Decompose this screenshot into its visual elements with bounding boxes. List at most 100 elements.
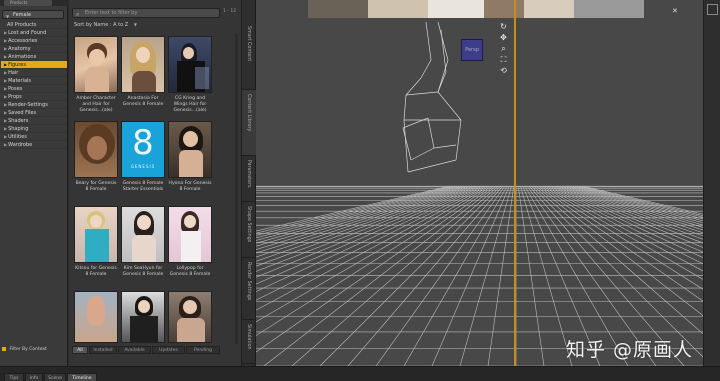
product-tile[interactable]: CG Krieg and Wings Hair for Genesis...(a…	[168, 36, 212, 114]
product-tile[interactable]: Kitsou for Genesis 8 Female	[74, 206, 118, 278]
expand-arrow-icon[interactable]: ▶	[4, 118, 7, 123]
expand-arrow-icon[interactable]: ▶	[4, 126, 7, 131]
tab-all[interactable]: All	[72, 346, 88, 354]
checkbox-checked-icon	[2, 346, 6, 351]
grid-line	[256, 185, 495, 353]
tab-available[interactable]: Available	[118, 346, 151, 354]
category-label: Figures	[8, 62, 26, 68]
category-item[interactable]: ▶Figures	[1, 61, 67, 69]
search-input[interactable]: ⌕ Enter text to filter by	[72, 8, 220, 18]
expand-arrow-icon[interactable]: ▶	[4, 78, 7, 83]
product-thumbnail	[121, 36, 165, 93]
side-tab-smart-content[interactable]: Smart Content	[242, 22, 256, 90]
category-item[interactable]: ▶Shaders	[1, 117, 67, 125]
product-tile[interactable]	[168, 291, 212, 346]
tab-timeline[interactable]: Timeline	[67, 373, 97, 381]
expand-arrow-icon[interactable]: ▶	[4, 86, 7, 91]
expand-arrow-icon[interactable]: ▶	[4, 54, 7, 59]
expand-arrow-icon[interactable]: ▶	[4, 142, 7, 147]
expand-arrow-icon[interactable]: ▶	[4, 70, 7, 75]
product-tile[interactable]: Amber Character and Hair for Genesis...(…	[74, 36, 118, 114]
product-tile[interactable]: Anastasia For Genesis 8 Female	[121, 36, 165, 108]
side-tab-content-library[interactable]: Content Library	[242, 90, 256, 156]
chevron-down-icon: ▼	[6, 14, 10, 19]
genesis-logo-text: GENESIS	[130, 164, 156, 169]
frame-icon[interactable]: ⛶	[499, 55, 508, 64]
grid-line	[256, 185, 492, 336]
category-label: Props	[8, 94, 22, 100]
expand-arrow-icon[interactable]: ▶	[4, 62, 7, 67]
product-caption: Hyona For Genesis 8 Female	[168, 181, 212, 192]
side-tab-render-settings[interactable]: Render Settings	[242, 258, 256, 320]
product-tile[interactable]: 8 GENESIS Genesis 8 Female Starter Essen…	[121, 121, 165, 193]
viewport-split-divider[interactable]	[514, 0, 516, 366]
tab-scene[interactable]: Scene	[44, 373, 66, 381]
rotate-icon[interactable]: ↻	[499, 22, 508, 31]
watermark: 知乎 @原画人	[566, 339, 694, 361]
category-item[interactable]: ▶Animations	[1, 53, 67, 61]
grid-scrollbar[interactable]	[235, 34, 238, 344]
wireframe-edge	[405, 91, 439, 96]
category-label: Anatomy	[8, 46, 31, 52]
category-item[interactable]: ▶Saved Files	[1, 109, 67, 117]
tab-updates[interactable]: Updates	[152, 346, 185, 354]
sort-dropdown[interactable]: Sort by Name : A to Z ▼	[72, 21, 192, 29]
tab-tips[interactable]: Tips	[4, 373, 24, 381]
side-tab-shape-settings[interactable]: Shape Settings	[242, 202, 256, 258]
product-caption: Kim SeaHyun for Genesis 8 Female	[122, 266, 164, 277]
genesis-8-logo: 8	[132, 123, 154, 163]
product-tile[interactable]: Hyona For Genesis 8 Female	[168, 121, 212, 193]
category-item[interactable]: ▶Lost and Found	[1, 29, 67, 37]
expand-arrow-icon[interactable]: ▶	[4, 110, 7, 115]
category-item[interactable]: ▶Render-Settings	[1, 101, 67, 109]
expand-arrow-icon[interactable]: ▶	[4, 134, 7, 139]
product-tile[interactable]: Kim SeaHyun for Genesis 8 Female	[121, 206, 165, 278]
category-label: Poses	[8, 86, 23, 92]
category-item[interactable]: ▶Poses	[1, 85, 67, 93]
3d-viewport[interactable]: ✕ ↻ ✥ ⌕ ⛶ ⟲ Persp	[256, 0, 703, 366]
category-filter-value: Female	[13, 12, 32, 18]
zoom-icon[interactable]: ⌕	[499, 44, 508, 53]
category-item[interactable]: ▶Anatomy	[1, 45, 67, 53]
products-tab[interactable]: Products	[4, 0, 52, 6]
tab-installed[interactable]: Installed	[89, 346, 117, 354]
pan-icon[interactable]: ✥	[499, 33, 508, 42]
category-item[interactable]: ▶Wardrobe	[1, 141, 67, 149]
expand-arrow-icon[interactable]: ▶	[4, 94, 7, 99]
projection-cube[interactable]: Persp	[461, 39, 483, 61]
side-tab-simulation[interactable]: Simulation	[242, 320, 256, 364]
category-item[interactable]: ▶Materials	[1, 77, 67, 85]
panel-tab-bar: Products	[0, 0, 68, 6]
product-tile[interactable]: Beary for Genesis 8 Female	[74, 121, 118, 193]
product-tile[interactable]	[121, 291, 165, 346]
category-filter-dropdown[interactable]: ▼ Female	[2, 10, 64, 19]
expand-arrow-icon[interactable]: ▶	[4, 46, 7, 51]
filter-by-context-checkbox[interactable]: Filter By Context	[2, 346, 66, 353]
category-item[interactable]: ▶Hair	[1, 69, 67, 77]
category-label: All Products	[7, 22, 37, 28]
tab-info[interactable]: Info	[25, 373, 43, 381]
product-tile[interactable]	[74, 291, 118, 346]
search-icon: ⌕	[76, 11, 80, 18]
expand-arrow-icon[interactable]: ▶	[4, 38, 7, 43]
product-thumbnail	[168, 121, 212, 178]
category-item[interactable]: ▶Accessories	[1, 37, 67, 45]
tab-pending[interactable]: Pending	[186, 346, 220, 354]
side-tab-parameters[interactable]: Parameters	[242, 156, 256, 202]
category-item[interactable]: ▶Utilities	[1, 133, 67, 141]
category-panel: Products ▼ Female All Products ▶Lost and …	[0, 0, 68, 366]
category-item[interactable]: ▶Shaping	[1, 125, 67, 133]
close-icon[interactable]: ✕	[672, 7, 678, 15]
category-item[interactable]: ▶Props	[1, 93, 67, 101]
wireframe-edge	[427, 117, 435, 149]
category-label: Saved Files	[8, 110, 37, 116]
sort-label: Sort by Name : A to Z	[74, 22, 129, 28]
expand-arrow-icon[interactable]: ▶	[4, 102, 7, 107]
wireframe-edge	[410, 147, 435, 161]
category-item[interactable]: All Products	[1, 21, 67, 29]
reset-icon[interactable]: ⟲	[499, 66, 508, 75]
expand-arrow-icon[interactable]: ▶	[4, 30, 7, 35]
dock-toggle-icon[interactable]	[707, 4, 718, 15]
product-tile[interactable]: Lollypop for Genesis 8 Female	[168, 206, 212, 278]
pane-side-tabs: Smart Content Content Library Parameters…	[241, 0, 256, 366]
